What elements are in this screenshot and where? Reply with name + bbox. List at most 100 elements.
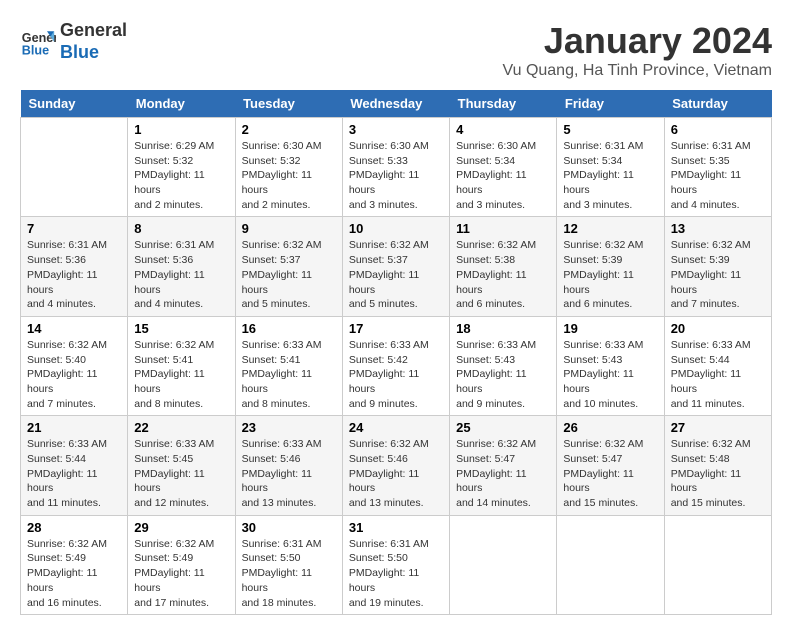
day-info: Sunrise: 6:31 AMSunset: 5:36 PMDaylight:… — [134, 238, 228, 311]
calendar-cell: 12 Sunrise: 6:32 AMSunset: 5:39 PMDayligh… — [557, 217, 664, 316]
calendar-cell — [21, 118, 128, 217]
day-info: Sunrise: 6:32 AMSunset: 5:48 PMDaylight:… — [671, 437, 765, 510]
day-number: 13 — [671, 221, 765, 236]
logo: General Blue General Blue — [20, 20, 127, 63]
day-number: 25 — [456, 420, 550, 435]
day-info: Sunrise: 6:32 AMSunset: 5:39 PMDaylight:… — [671, 238, 765, 311]
calendar-cell: 11Sunrise: 6:32 AMSunset: 5:38 PMDayligh… — [450, 217, 557, 316]
calendar-week-row: 21Sunrise: 6:33 AMSunset: 5:44 PMDayligh… — [21, 416, 772, 515]
day-info: Sunrise: 6:30 AMSunset: 5:34 PMDaylight:… — [456, 139, 550, 212]
calendar-title: January 2024 — [503, 20, 772, 62]
day-info: Sunrise: 6:32 AMSunset: 5:47 PMDaylight:… — [456, 437, 550, 510]
logo-line2: Blue — [60, 42, 127, 64]
day-number: 30 — [242, 520, 336, 535]
day-info: Sunrise: 6:32 AMSunset: 5:49 PMDaylight:… — [134, 537, 228, 610]
day-info: Sunrise: 6:33 AMSunset: 5:41 PMDaylight:… — [242, 338, 336, 411]
day-info: Sunrise: 6:33 AMSunset: 5:46 PMDaylight:… — [242, 437, 336, 510]
day-number: 8 — [134, 221, 228, 236]
day-number: 31 — [349, 520, 443, 535]
day-of-week-header: Wednesday — [342, 90, 449, 118]
day-info: Sunrise: 6:32 AMSunset: 5:49 PMDaylight:… — [27, 537, 121, 610]
calendar-subtitle: Vu Quang, Ha Tinh Province, Vietnam — [503, 62, 772, 80]
calendar-cell: 9Sunrise: 6:32 AMSunset: 5:37 PMDaylight… — [235, 217, 342, 316]
calendar-cell: 4 Sunrise: 6:30 AMSunset: 5:34 PMDaylight… — [450, 118, 557, 217]
calendar-week-row: 28 Sunrise: 6:32 AMSunset: 5:49 PMDayligh… — [21, 515, 772, 614]
day-info: Sunrise: 6:33 AMSunset: 5:44 PMDaylight:… — [671, 338, 765, 411]
days-header-row: SundayMondayTuesdayWednesdayThursdayFrid… — [21, 90, 772, 118]
calendar-week-row: 7 Sunrise: 6:31 AMSunset: 5:36 PMDaylight… — [21, 217, 772, 316]
day-number: 9 — [242, 221, 336, 236]
day-info: Sunrise: 6:30 AMSunset: 5:33 PMDaylight:… — [349, 139, 443, 212]
calendar-cell: 17Sunrise: 6:33 AMSunset: 5:42 PMDayligh… — [342, 316, 449, 415]
calendar-cell: 14 Sunrise: 6:32 AMSunset: 5:40 PMDayligh… — [21, 316, 128, 415]
calendar-cell: 10 Sunrise: 6:32 AMSunset: 5:37 PMDayligh… — [342, 217, 449, 316]
calendar-cell: 22 Sunrise: 6:33 AMSunset: 5:45 PMDayligh… — [128, 416, 235, 515]
day-info: Sunrise: 6:32 AMSunset: 5:40 PMDaylight:… — [27, 338, 121, 411]
calendar-cell: 24Sunrise: 6:32 AMSunset: 5:46 PMDayligh… — [342, 416, 449, 515]
day-info: Sunrise: 6:32 AMSunset: 5:47 PMDaylight:… — [563, 437, 657, 510]
calendar-cell: 16Sunrise: 6:33 AMSunset: 5:41 PMDayligh… — [235, 316, 342, 415]
logo-line1: General — [60, 20, 127, 42]
calendar-cell: 31 Sunrise: 6:31 AMSunset: 5:50 PMDayligh… — [342, 515, 449, 614]
day-number: 5 — [563, 122, 657, 137]
calendar-cell: 20Sunrise: 6:33 AMSunset: 5:44 PMDayligh… — [664, 316, 771, 415]
calendar-cell: 3Sunrise: 6:30 AMSunset: 5:33 PMDaylight… — [342, 118, 449, 217]
calendar-cell: 15Sunrise: 6:32 AMSunset: 5:41 PMDayligh… — [128, 316, 235, 415]
day-number: 10 — [349, 221, 443, 236]
calendar-cell — [664, 515, 771, 614]
calendar-cell: 29Sunrise: 6:32 AMSunset: 5:49 PMDayligh… — [128, 515, 235, 614]
day-of-week-header: Monday — [128, 90, 235, 118]
day-number: 6 — [671, 122, 765, 137]
logo-icon: General Blue — [20, 24, 56, 60]
day-of-week-header: Tuesday — [235, 90, 342, 118]
calendar-cell: 25 Sunrise: 6:32 AMSunset: 5:47 PMDayligh… — [450, 416, 557, 515]
day-number: 14 — [27, 321, 121, 336]
calendar-cell: 8 Sunrise: 6:31 AMSunset: 5:36 PMDaylight… — [128, 217, 235, 316]
day-info: Sunrise: 6:33 AMSunset: 5:44 PMDaylight:… — [27, 437, 121, 510]
day-of-week-header: Friday — [557, 90, 664, 118]
day-info: Sunrise: 6:31 AMSunset: 5:35 PMDaylight:… — [671, 139, 765, 212]
day-info: Sunrise: 6:32 AMSunset: 5:39 PMDaylight:… — [563, 238, 657, 311]
day-info: Sunrise: 6:31 AMSunset: 5:34 PMDaylight:… — [563, 139, 657, 212]
calendar-cell: 1 Sunrise: 6:29 AMSunset: 5:32 PMDaylight… — [128, 118, 235, 217]
day-number: 4 — [456, 122, 550, 137]
calendar-cell: 21Sunrise: 6:33 AMSunset: 5:44 PMDayligh… — [21, 416, 128, 515]
day-number: 7 — [27, 221, 121, 236]
day-number: 28 — [27, 520, 121, 535]
day-info: Sunrise: 6:29 AMSunset: 5:32 PMDaylight:… — [134, 139, 228, 212]
calendar-table: SundayMondayTuesdayWednesdayThursdayFrid… — [20, 90, 772, 615]
day-info: Sunrise: 6:31 AMSunset: 5:50 PMDaylight:… — [349, 537, 443, 610]
day-info: Sunrise: 6:32 AMSunset: 5:41 PMDaylight:… — [134, 338, 228, 411]
day-of-week-header: Saturday — [664, 90, 771, 118]
day-info: Sunrise: 6:33 AMSunset: 5:43 PMDaylight:… — [456, 338, 550, 411]
calendar-cell: 30 Sunrise: 6:31 AMSunset: 5:50 PMDayligh… — [235, 515, 342, 614]
calendar-cell: 19Sunrise: 6:33 AMSunset: 5:43 PMDayligh… — [557, 316, 664, 415]
calendar-cell: 23 Sunrise: 6:33 AMSunset: 5:46 PMDayligh… — [235, 416, 342, 515]
calendar-cell: 2Sunrise: 6:30 AMSunset: 5:32 PMDaylight… — [235, 118, 342, 217]
day-number: 1 — [134, 122, 228, 137]
page-header: General Blue General Blue January 2024 V… — [20, 20, 772, 80]
day-info: Sunrise: 6:32 AMSunset: 5:37 PMDaylight:… — [349, 238, 443, 311]
svg-text:Blue: Blue — [22, 43, 49, 57]
calendar-cell: 18Sunrise: 6:33 AMSunset: 5:43 PMDayligh… — [450, 316, 557, 415]
day-info: Sunrise: 6:32 AMSunset: 5:46 PMDaylight:… — [349, 437, 443, 510]
calendar-cell — [557, 515, 664, 614]
day-number: 26 — [563, 420, 657, 435]
calendar-week-row: 14 Sunrise: 6:32 AMSunset: 5:40 PMDayligh… — [21, 316, 772, 415]
day-info: Sunrise: 6:32 AMSunset: 5:38 PMDaylight:… — [456, 238, 550, 311]
day-number: 27 — [671, 420, 765, 435]
calendar-cell: 5 Sunrise: 6:31 AMSunset: 5:34 PMDaylight… — [557, 118, 664, 217]
day-of-week-header: Thursday — [450, 90, 557, 118]
calendar-cell: 27 Sunrise: 6:32 AMSunset: 5:48 PMDayligh… — [664, 416, 771, 515]
day-info: Sunrise: 6:31 AMSunset: 5:50 PMDaylight:… — [242, 537, 336, 610]
title-block: January 2024 Vu Quang, Ha Tinh Province,… — [503, 20, 772, 80]
day-number: 22 — [134, 420, 228, 435]
calendar-cell: 7 Sunrise: 6:31 AMSunset: 5:36 PMDaylight… — [21, 217, 128, 316]
day-number: 23 — [242, 420, 336, 435]
day-info: Sunrise: 6:31 AMSunset: 5:36 PMDaylight:… — [27, 238, 121, 311]
day-number: 19 — [563, 321, 657, 336]
day-number: 12 — [563, 221, 657, 236]
day-info: Sunrise: 6:33 AMSunset: 5:42 PMDaylight:… — [349, 338, 443, 411]
day-number: 2 — [242, 122, 336, 137]
day-info: Sunrise: 6:33 AMSunset: 5:45 PMDaylight:… — [134, 437, 228, 510]
